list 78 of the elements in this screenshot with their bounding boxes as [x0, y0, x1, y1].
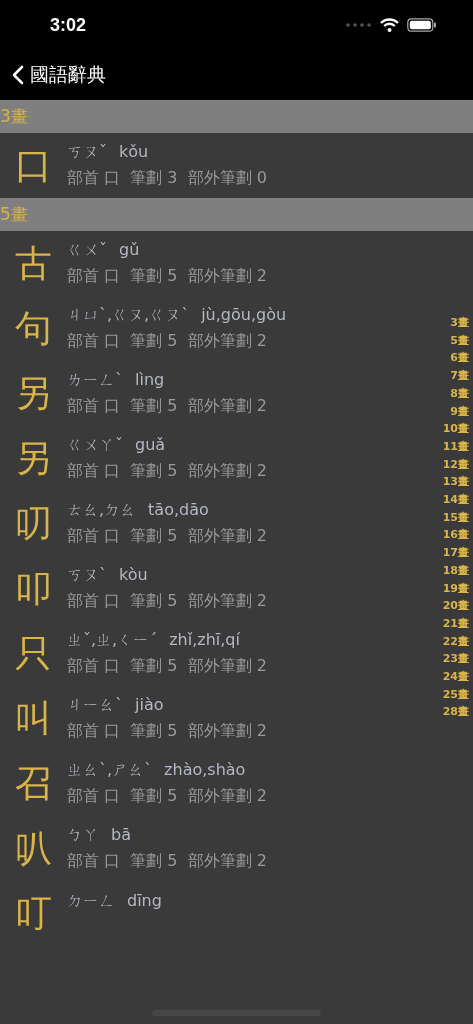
- index-item[interactable]: 9畫: [450, 402, 469, 421]
- index-item[interactable]: 23畫: [442, 650, 469, 669]
- zhuyin-text: ㄍㄨㄚˇ: [67, 435, 123, 456]
- pinyin-text: kǒu: [119, 142, 149, 163]
- section-title: 3畫: [0, 105, 28, 128]
- pinyin-text: dīng: [127, 891, 162, 912]
- zhuyin-text: ㄌㄧㄥˋ: [67, 370, 123, 391]
- zhuyin-text: ㄓˇ,ㄓ,ㄑㄧˊ: [67, 630, 158, 651]
- zhuyin-text: ㄅㄚ: [67, 825, 99, 846]
- character: 句: [13, 305, 53, 352]
- index-item[interactable]: 3畫: [450, 314, 469, 332]
- index-item[interactable]: 25畫: [442, 685, 469, 704]
- index-item[interactable]: 17畫: [442, 544, 469, 562]
- index-item[interactable]: 8畫: [450, 384, 469, 403]
- index-item[interactable]: 11畫: [442, 437, 469, 456]
- index-item[interactable]: 18畫: [442, 561, 469, 580]
- character: 另: [13, 435, 53, 482]
- stroke-info: 部首 口 筆劃 5 部外筆劃 2: [67, 526, 267, 547]
- stroke-info: 部首 口 筆劃 5 部外筆劃 2: [67, 851, 267, 872]
- index-item[interactable]: 21畫: [442, 614, 469, 633]
- zhuyin-text: ㄎㄡˋ: [67, 565, 107, 586]
- stroke-info: 部首 口 筆劃 3 部外筆劃 0: [67, 168, 267, 189]
- character: 口: [13, 142, 53, 189]
- index-item[interactable]: 13畫: [442, 473, 469, 492]
- zhuyin-text: ㄐㄩˋ,ㄍㄡ,ㄍㄡˋ: [67, 305, 190, 326]
- pinyin-text: guǎ: [135, 435, 166, 456]
- stroke-info: 部首 口 筆劃 5 部外筆劃 2: [67, 591, 267, 612]
- back-button[interactable]: 國語辭典: [12, 62, 106, 88]
- index-item[interactable]: 15畫: [442, 508, 469, 527]
- character: 叩: [13, 565, 53, 612]
- index-item[interactable]: 22畫: [442, 632, 469, 651]
- pinyin-text: jiào: [135, 695, 164, 716]
- index-item[interactable]: 6畫: [450, 349, 469, 368]
- pinyin-text: gǔ: [119, 240, 140, 261]
- chevron-icon: [12, 65, 24, 85]
- stroke-info: 部首 口 筆劃 5 部外筆劃 2: [67, 721, 267, 742]
- zhuyin-text: ㄉㄧㄥ: [67, 891, 115, 912]
- pinyin-text: kòu: [119, 565, 148, 586]
- character: 只: [13, 630, 53, 677]
- stroke-info: 部首 口 筆劃 5 部外筆劃 2: [67, 331, 268, 352]
- pinyin-text: jù,gōu,gòu: [201, 305, 287, 326]
- index-item[interactable]: 20畫: [442, 597, 469, 615]
- character: 另: [13, 370, 53, 417]
- character: 叭: [13, 825, 53, 872]
- status-time: 3:02: [50, 14, 87, 36]
- zhuyin-text: ㄊㄠ,ㄉㄠ: [67, 500, 137, 521]
- battery-icon: [407, 18, 437, 32]
- pinyin-text: lìng: [135, 370, 165, 391]
- character: 叮: [13, 890, 53, 930]
- section-title: 5畫: [0, 203, 28, 226]
- character: 叫: [13, 695, 53, 742]
- index-item[interactable]: 28畫: [442, 703, 469, 722]
- index-item[interactable]: 24畫: [442, 668, 469, 686]
- index-item[interactable]: 12畫: [442, 455, 469, 474]
- pinyin-text: zhǐ,zhī,qí: [169, 630, 240, 651]
- stroke-info: 部首 口 筆劃 5 部外筆劃 2: [67, 396, 267, 417]
- index-item[interactable]: 14畫: [442, 491, 469, 509]
- character: 叨: [13, 500, 53, 547]
- pinyin-text: zhào,shào: [164, 760, 246, 781]
- index-item[interactable]: 19畫: [442, 579, 469, 598]
- zhuyin-text: ㄐㄧㄠˋ: [67, 695, 123, 716]
- character: 召: [13, 760, 53, 807]
- index-item[interactable]: 10畫: [442, 420, 469, 438]
- index-item[interactable]: 7畫: [450, 367, 469, 385]
- stroke-info: 部首 口 筆劃 5 部外筆劃 2: [67, 266, 267, 287]
- zhuyin-text: ㄎㄡˇ: [67, 142, 107, 163]
- pinyin-text: bā: [111, 825, 131, 846]
- index-item[interactable]: 16畫: [442, 526, 469, 545]
- character: 古: [13, 240, 53, 287]
- wifi-icon: [380, 18, 399, 32]
- stroke-info: 部首 口 筆劃 5 部外筆劃 2: [67, 786, 267, 807]
- zhuyin-text: ㄓㄠˋ,ㄕㄠˋ: [67, 760, 153, 781]
- zhuyin-text: ㄍㄨˇ: [67, 240, 107, 261]
- pinyin-text: tāo,dāo: [148, 500, 209, 521]
- stroke-info: 部首 口 筆劃 5 部外筆劃 2: [67, 656, 267, 677]
- signal-icon: [346, 23, 372, 27]
- index-item[interactable]: 5畫: [450, 331, 469, 350]
- stroke-info: 部首 口 筆劃 5 部外筆劃 2: [67, 461, 267, 482]
